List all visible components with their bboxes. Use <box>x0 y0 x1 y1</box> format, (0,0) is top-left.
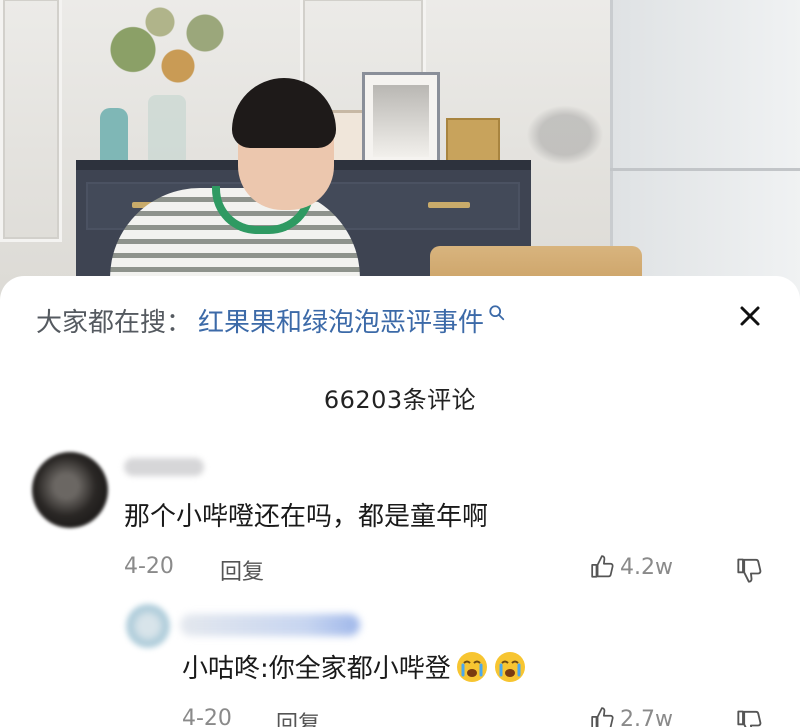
avatar[interactable] <box>32 452 108 528</box>
comment-date: 4-20 <box>124 554 174 579</box>
comment-count: 66203条评论 <box>323 386 477 414</box>
drawer-handle <box>428 202 470 208</box>
username-blurred[interactable] <box>180 614 360 636</box>
trending-search-prefix: 大家都在搜： <box>36 307 193 338</box>
video-background[interactable] <box>0 0 800 300</box>
comment-text: 那个小哔噔还在吗，都是童年啊 <box>124 502 489 532</box>
reply-button[interactable]: 回复 <box>276 706 320 727</box>
bottle <box>100 108 128 164</box>
like-count: 2.7w <box>620 706 673 727</box>
wall-panel <box>0 0 62 242</box>
trending-search-term[interactable]: 红果果和绿泡泡恶评事件 <box>198 302 484 339</box>
comment-sheet: 大家都在搜： 红果果和绿泡泡恶评事件 66203条评论 那个小哔噔还在吗，都是童… <box>0 276 800 727</box>
flower-arrangement <box>70 0 250 110</box>
search-icon <box>489 305 505 321</box>
wedding-photo-frame <box>362 72 440 168</box>
like-button[interactable]: 4.2w <box>590 554 673 580</box>
thumbs-down-icon[interactable] <box>736 556 764 584</box>
reply-text-row: 小咕咚:你全家都小哔登 <box>182 648 527 685</box>
avatar[interactable] <box>126 604 170 648</box>
close-icon[interactable] <box>734 300 766 332</box>
crying-face-icon <box>456 651 487 682</box>
wall-ornament <box>520 100 610 170</box>
jewelry-box <box>446 118 500 166</box>
vase <box>148 95 186 163</box>
like-count: 4.2w <box>620 554 673 580</box>
refrigerator-seam <box>610 168 800 171</box>
reply-button[interactable]: 回复 <box>220 554 264 586</box>
thumbs-up-icon <box>591 555 614 578</box>
thumbs-down-icon[interactable] <box>736 708 764 727</box>
comment-text: 小咕咚:你全家都小哔登 <box>182 654 451 684</box>
comment-date: 4-20 <box>182 706 232 727</box>
like-button[interactable]: 2.7w <box>590 706 673 727</box>
username-blurred[interactable] <box>124 458 204 476</box>
thumbs-up-icon <box>591 707 614 727</box>
trending-search[interactable]: 大家都在搜： 红果果和绿泡泡恶评事件 <box>36 300 506 340</box>
crying-face-icon <box>494 651 525 682</box>
